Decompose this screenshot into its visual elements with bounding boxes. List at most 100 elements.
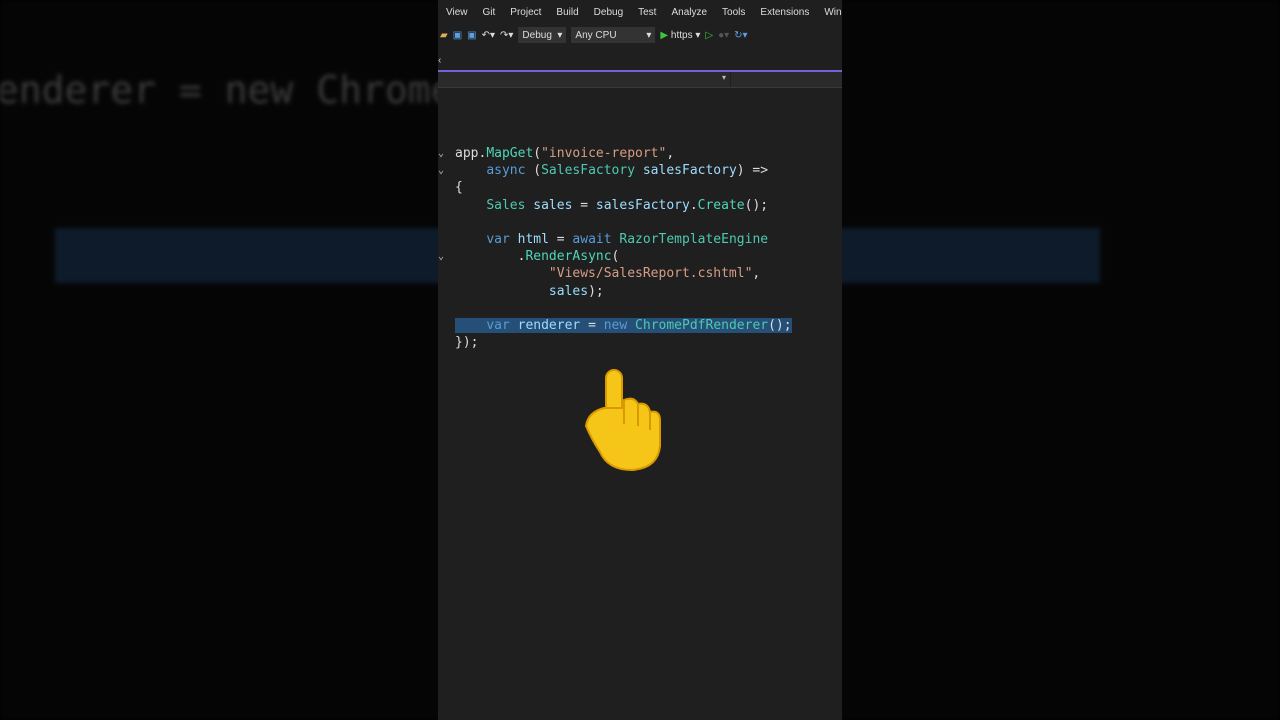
code-line[interactable]: Sales sales = salesFactory.Create(); <box>438 197 842 214</box>
toolbar: ▰ ▣ ▣ ↶▾ ↷▾ Debug ▾ Any CPU ▾ ▶ https ▾ ▷ … <box>438 24 842 46</box>
code-text: var html = await RazorTemplateEngine <box>455 232 768 247</box>
code-line[interactable]: var html = await RazorTemplateEngine <box>438 231 842 248</box>
menu-build[interactable]: Build <box>556 7 578 18</box>
code-line[interactable]: sales); <box>438 283 842 300</box>
menu-tools[interactable]: Tools <box>722 7 745 18</box>
fold-chevron-icon[interactable]: ⌄ <box>438 162 444 179</box>
config-label: Debug <box>522 29 552 41</box>
visual-studio-window: View Git Project Build Debug Test Analyze Tools… <box>438 0 842 720</box>
fold-chevron-icon[interactable]: ⌄ <box>438 248 444 265</box>
code-line[interactable]: var renderer = new ChromePdfRenderer(); <box>438 317 842 334</box>
code-text: .RenderAsync( <box>455 249 620 265</box>
code-token: . <box>455 249 526 265</box>
undo-icon[interactable]: ↶▾ <box>482 30 495 41</box>
code-token: ) => <box>736 163 769 179</box>
save-all-icon[interactable]: ▣ <box>467 30 476 41</box>
close-icon[interactable]: ‹ <box>438 55 441 66</box>
configuration-dropdown[interactable]: Debug ▾ <box>518 27 567 43</box>
menu-debug[interactable]: Debug <box>594 7 623 18</box>
save-icon[interactable]: ▣ <box>453 30 462 41</box>
code-token: var <box>486 231 510 247</box>
code-token: sales <box>533 197 573 213</box>
code-text: Sales sales = salesFactory.Create(); <box>455 198 768 213</box>
redo-icon[interactable]: ↷▾ <box>500 30 513 41</box>
code-token: await <box>572 231 612 247</box>
code-token: ChromePdfRenderer <box>635 317 769 333</box>
code-token: async <box>486 163 526 179</box>
code-token: MapGet <box>486 146 534 161</box>
code-token: ( <box>611 249 620 265</box>
code-token: sales <box>548 283 589 299</box>
menu-analyze[interactable]: Analyze <box>671 7 707 18</box>
code-line[interactable]: }); <box>438 334 842 351</box>
code-token: Sales <box>486 197 526 213</box>
menu-project[interactable]: Project <box>510 7 541 18</box>
code-text: { <box>455 180 463 195</box>
code-token: Create <box>697 197 745 213</box>
code-token: RenderAsync <box>525 249 612 265</box>
code-token: salesFactory <box>642 163 737 179</box>
code-token: "Views/SalesReport.cshtml" <box>548 266 753 282</box>
menu-test[interactable]: Test <box>638 7 656 18</box>
menu-git[interactable]: Git <box>483 7 496 18</box>
menu-window[interactable]: Window <box>824 7 842 18</box>
navigation-bar[interactable]: ▾ <box>438 72 842 88</box>
code-token: ); <box>588 283 604 299</box>
code-editor[interactable]: ⌄ app.MapGet("invoice-report", ⌄ async (Sa… <box>438 145 842 351</box>
code-token: (); <box>768 317 792 333</box>
code-token: = <box>548 231 573 247</box>
code-token: , <box>666 146 675 161</box>
code-token: ( <box>525 163 542 179</box>
code-line[interactable]: "Views/SalesReport.cshtml", <box>438 265 842 282</box>
code-token: (); <box>744 197 769 213</box>
code-line[interactable]: { <box>438 179 842 196</box>
run-button[interactable]: ▶ https ▾ <box>660 30 700 41</box>
platform-dropdown[interactable]: Any CPU ▾ <box>571 27 656 43</box>
code-token: = <box>572 197 596 213</box>
code-token: "invoice-report" <box>541 146 667 161</box>
code-text: "Views/SalesReport.cshtml", <box>455 266 760 281</box>
hot-reload-icon[interactable]: ●▾ <box>718 30 729 41</box>
open-folder-icon[interactable]: ▰ <box>440 30 448 41</box>
pointing-hand-icon <box>584 369 661 472</box>
code-line[interactable] <box>438 214 842 231</box>
code-line[interactable]: ⌄ app.MapGet("invoice-report", <box>438 145 842 162</box>
code-token: ( <box>533 146 542 161</box>
code-token: app. <box>455 146 487 161</box>
refresh-icon[interactable]: ↻▾ <box>734 30 747 41</box>
code-text: async (SalesFactory salesFactory) => <box>455 163 768 178</box>
code-line[interactable]: ⌄ .RenderAsync( <box>438 248 842 265</box>
tab-strip: ‹ <box>438 46 842 72</box>
code-token: renderer <box>517 317 581 333</box>
code-token: var <box>486 317 510 333</box>
code-line[interactable]: ⌄ async (SalesFactory salesFactory) => <box>438 162 842 179</box>
chevron-down-icon[interactable]: ▾ <box>722 73 726 82</box>
code-text: app.MapGet("invoice-report", <box>455 146 674 161</box>
chevron-down-icon: ▾ <box>557 29 563 41</box>
menu-view[interactable]: View <box>446 7 468 18</box>
code-token: salesFactory <box>595 197 690 213</box>
code-token: SalesFactory <box>541 163 636 179</box>
platform-label: Any CPU <box>575 29 617 41</box>
code-token: RazorTemplateEngine <box>619 231 769 247</box>
code-text: var renderer = new ChromePdfRenderer(); <box>455 317 792 333</box>
fold-chevron-icon[interactable]: ⌄ <box>438 145 444 162</box>
code-token: { <box>455 180 463 196</box>
code-token: . <box>689 197 698 213</box>
menu-bar: View Git Project Build Debug Test Analyze Tools… <box>438 0 842 24</box>
code-text: }); <box>455 335 478 350</box>
code-text: sales); <box>455 284 604 299</box>
menu-extensions[interactable]: Extensions <box>760 7 809 18</box>
code-line[interactable] <box>438 300 842 317</box>
start-without-debug-icon[interactable]: ▷ <box>705 30 713 41</box>
